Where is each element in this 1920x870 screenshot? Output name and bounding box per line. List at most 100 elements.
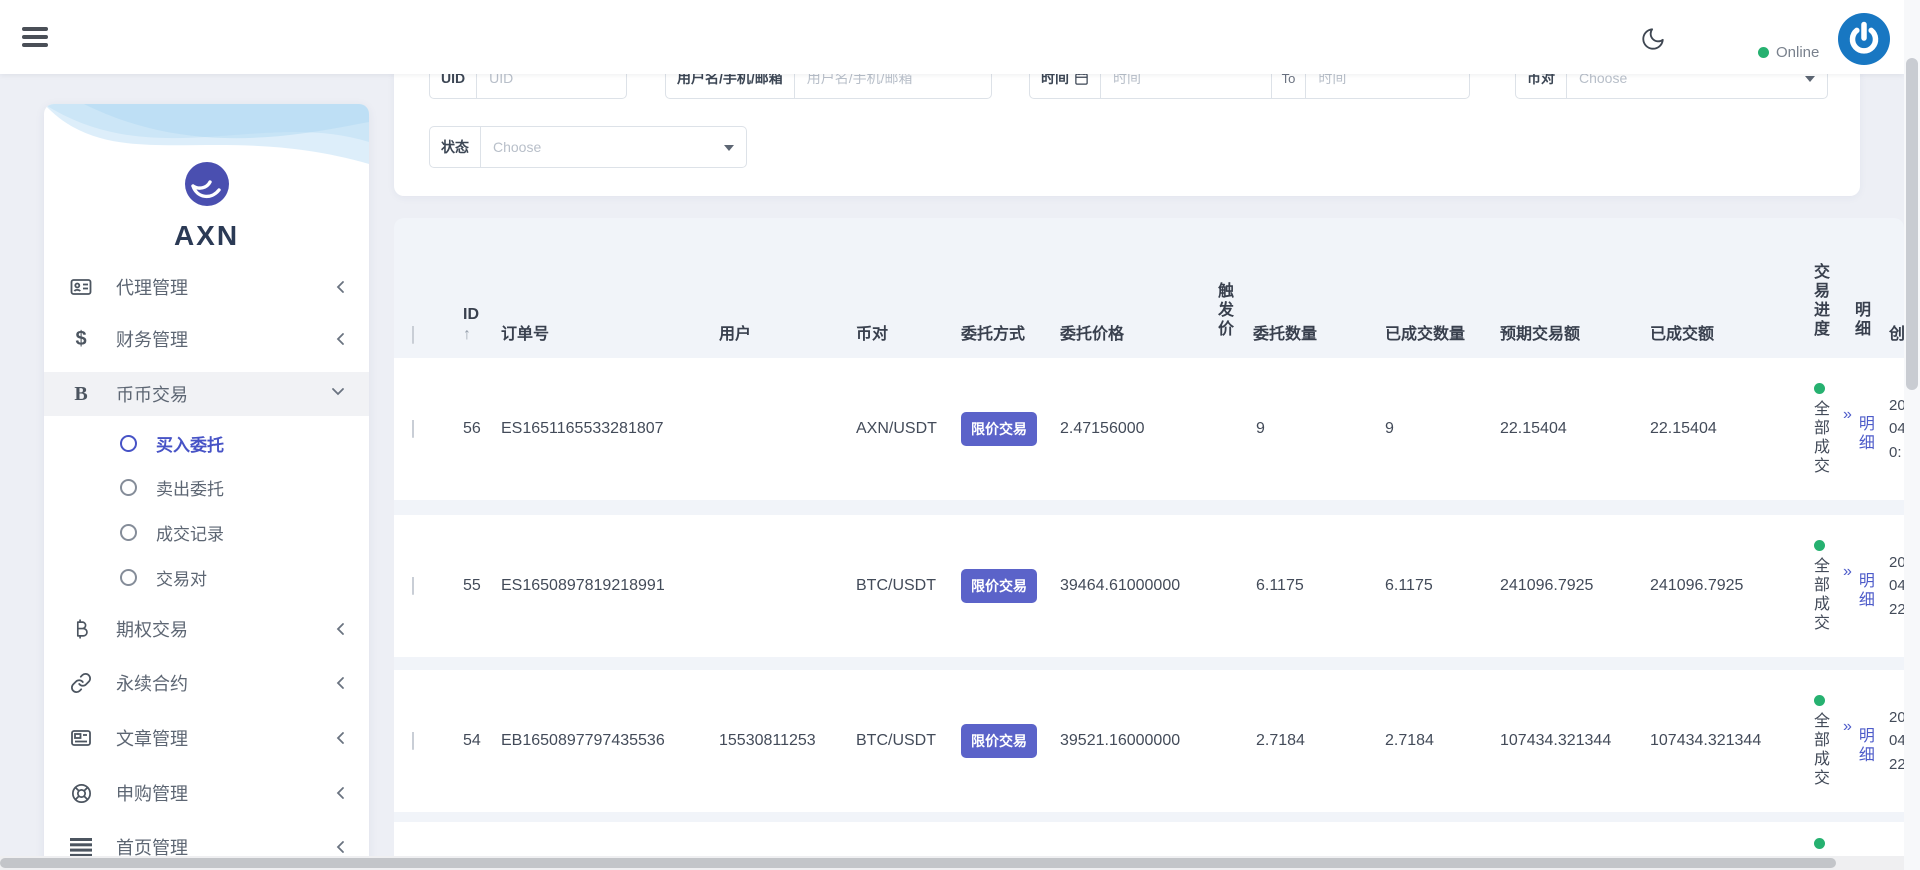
vertical-scrollbar[interactable] [1904,0,1920,856]
caret-down-icon [1805,76,1815,82]
header-order-no: 订单号 [496,320,714,344]
chevron-left-icon [336,332,345,346]
detail-link[interactable]: » 明细 [1838,717,1884,765]
progress-complete-dot-icon [1814,383,1825,394]
cell-order-type: 限价交易 [956,412,1055,446]
sidebar-item-agents[interactable]: 代理管理 [44,265,369,309]
finance-icon: $ [68,326,94,352]
cell-pair: BTC/USDT [851,577,956,595]
sidebar-item-label: 币币交易 [116,381,188,407]
status-select-value: Choose [493,139,541,155]
sort-ascending-icon[interactable]: ↑ [463,326,496,344]
header-id[interactable]: ID ↑ [448,306,496,344]
cell-order-price: 39521.16000000 [1055,732,1210,750]
row-checkbox[interactable] [412,732,414,750]
cell-id: 54 [448,732,496,750]
app-logo[interactable] [1836,11,1892,67]
status-label: 状态 [430,127,481,167]
table-row: 54 EB1650897797435536 15530811253 BTC/US… [394,670,1904,812]
sidebar-item-label: 文章管理 [116,725,188,751]
cell-order-qty: 2.7184 [1248,732,1380,750]
agents-icon [68,274,94,300]
cell-expected-amount: 107434.321344 [1495,732,1645,750]
cell-filled-qty: 9 [1380,420,1495,438]
limit-order-badge: 限价交易 [961,724,1037,758]
sidebar-item-spot-trading[interactable]: B 币币交易 [44,372,369,416]
sidebar-item-subscription[interactable]: 申购管理 [44,771,369,815]
double-chevron-icon: » [1843,564,1852,580]
status-select[interactable]: Choose [481,127,746,167]
header-created: 创 [1884,320,1904,344]
chevron-left-icon [336,676,345,690]
select-all-checkbox[interactable] [412,326,414,344]
cell-order-no: EB1650897797435536 [496,732,714,750]
radio-circle-icon [120,479,137,496]
progress-complete-dot-icon [1814,838,1825,849]
header-id-label: ID [463,306,496,324]
detail-link[interactable]: » 明细 [1838,562,1884,610]
subscription-icon [68,780,94,806]
caret-down-icon [724,145,734,151]
table-row: 55 ES1650897819218991 BTC/USDT 限价交易 3946… [394,515,1904,657]
dark-mode-toggle[interactable] [1640,26,1666,52]
cell-created: 20 04 22 [1884,706,1904,776]
row-checkbox[interactable] [412,577,414,595]
status-online: Online [1758,44,1819,61]
header-detail: 明细 [1838,301,1884,344]
online-dot-icon [1758,47,1769,58]
sidebar-item-perpetual[interactable]: 永续合约 [44,661,369,705]
double-chevron-icon: » [1843,719,1852,735]
header-expected-amount: 预期交易额 [1495,320,1645,344]
brand-name: AXN [44,220,369,252]
radio-circle-icon [120,524,137,541]
header-user: 用户 [714,320,851,344]
chevron-down-icon [331,387,345,396]
sidebar-subitem-trade-records[interactable]: 成交记录 [44,513,369,551]
sidebar-subitem-buy-orders[interactable]: 买入委托 [44,424,369,462]
cell-user: 15530811253 [714,732,851,750]
cell-progress [1795,822,1838,849]
cell-order-no: ES1651165533281807 [496,420,714,438]
cell-id: 55 [448,577,496,595]
online-label: Online [1776,44,1819,61]
menu-toggle-button[interactable] [22,27,48,47]
horizontal-scrollbar[interactable] [0,856,1904,870]
sidebar-subitem-trading-pairs[interactable]: 交易对 [44,558,369,596]
sidebar-subitem-label: 成交记录 [156,520,224,545]
row-checkbox[interactable] [412,420,414,438]
cell-filled-amount: 241096.7925 [1645,577,1795,595]
cell-pair: BTC/USDT [851,732,956,750]
progress-complete-dot-icon [1814,695,1825,706]
header-filled-qty: 已成交数量 [1380,320,1495,344]
sidebar-item-articles[interactable]: 文章管理 [44,716,369,760]
horizontal-scrollbar-thumb[interactable] [0,858,1836,868]
vertical-scrollbar-thumb[interactable] [1906,58,1918,390]
cell-pair: AXN/USDT [851,420,956,438]
perpetual-icon [68,670,94,696]
cell-filled-qty: 6.1175 [1380,577,1495,595]
scrollbar-corner [1904,856,1920,870]
table-header-row: ID ↑ 订单号 用户 币对 委托方式 委托价格 触发价 委托数量 已成交数量 … [394,218,1904,358]
header-pair: 币对 [851,320,956,344]
power-logo-icon [1836,11,1892,67]
double-chevron-icon: » [1843,407,1852,423]
sidebar-item-options[interactable]: 期权交易 [44,607,369,651]
radio-circle-icon [120,435,137,452]
sidebar-subitem-label: 买入委托 [156,431,224,456]
options-icon [68,616,94,642]
filter-status-group: 状态 Choose [429,126,747,168]
progress-complete-dot-icon [1814,540,1825,551]
limit-order-badge: 限价交易 [961,569,1037,603]
detail-link[interactable]: » 明细 [1838,405,1884,453]
header-progress: 交易进度 [1795,263,1838,344]
sidebar-item-label: 代理管理 [116,274,188,300]
cell-id: 56 [448,420,496,438]
cell-order-price: 2.47156000 [1055,420,1210,438]
sidebar-subitem-sell-orders[interactable]: 卖出委托 [44,468,369,506]
sidebar-item-label: 财务管理 [116,326,188,352]
sidebar-item-finance[interactable]: $ 财务管理 [44,317,369,361]
sidebar-subitem-label: 卖出委托 [156,475,224,500]
chevron-left-icon [336,731,345,745]
radio-circle-icon [120,569,137,586]
cell-order-qty: 9 [1248,420,1380,438]
